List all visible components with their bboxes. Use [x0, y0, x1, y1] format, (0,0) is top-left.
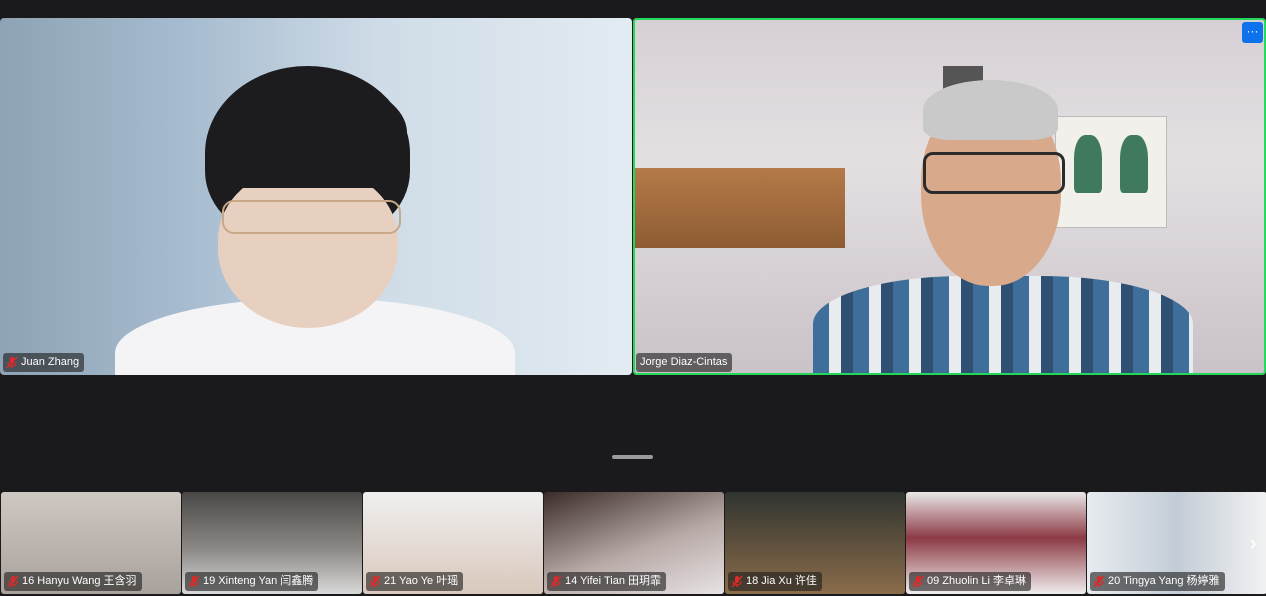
- participant-name: 14 Yifei Tian 田玥霏: [565, 575, 661, 587]
- participant-name-label: 14 Yifei Tian 田玥霏: [547, 572, 666, 591]
- microphone-muted-icon: [188, 575, 200, 588]
- microphone-muted-icon: [731, 575, 743, 588]
- microphone-muted-icon: [550, 575, 562, 588]
- participant-name: 09 Zhuolin Li 李卓琳: [927, 575, 1027, 587]
- thumbnail-tile[interactable]: 09 Zhuolin Li 李卓琳: [906, 492, 1086, 594]
- thumbnail-tile[interactable]: 20 Tingya Yang 杨婷雅: [1087, 492, 1266, 594]
- thumbnail-strip: 16 Hanyu Wang 王含羽 19 Xinteng Yan 闫鑫腾 21 Ya…: [1, 492, 1266, 594]
- participant-name: 16 Hanyu Wang 王含羽: [22, 575, 137, 587]
- microphone-muted-icon: [7, 575, 19, 588]
- more-options-button[interactable]: ···: [1242, 22, 1263, 43]
- participant-name: 21 Yao Ye 叶瑶: [384, 575, 459, 587]
- resize-handle[interactable]: [612, 455, 653, 459]
- participant-name-label: 18 Jia Xu 许佳: [728, 572, 822, 591]
- participant-body: [813, 276, 1193, 375]
- thumbnail-tile[interactable]: 16 Hanyu Wang 王含羽: [1, 492, 181, 594]
- thumbnail-tile[interactable]: 14 Yifei Tian 田玥霏: [544, 492, 724, 594]
- video-tile-juan-zhang[interactable]: Juan Zhang: [0, 18, 632, 375]
- microphone-muted-icon: [912, 575, 924, 588]
- microphone-muted-icon: [6, 356, 18, 369]
- participant-face: [218, 168, 398, 328]
- video-tile-jorge-diaz-cintas[interactable]: ··· Jorge Diaz-Cintas: [633, 18, 1266, 375]
- participant-hair: [923, 80, 1058, 140]
- participant-glasses: [222, 200, 401, 234]
- background-poster: [1055, 116, 1167, 228]
- participant-glasses: [923, 152, 1065, 194]
- participant-name-label: 19 Xinteng Yan 闫鑫腾: [185, 572, 319, 591]
- participant-name: 20 Tingya Yang 杨婷雅: [1108, 575, 1220, 587]
- participant-name-label: 20 Tingya Yang 杨婷雅: [1090, 572, 1225, 591]
- participant-name: Jorge Diaz-Cintas: [640, 356, 728, 368]
- microphone-muted-icon: [1093, 575, 1105, 588]
- participant-name-label: 09 Zhuolin Li 李卓琳: [909, 572, 1032, 591]
- background-cabinet: [635, 168, 845, 248]
- participant-name: 19 Xinteng Yan 闫鑫腾: [203, 575, 314, 587]
- participant-name-label: 21 Yao Ye 叶瑶: [366, 572, 464, 591]
- thumbnail-tile[interactable]: 19 Xinteng Yan 闫鑫腾: [182, 492, 362, 594]
- chevron-right-icon[interactable]: ›: [1243, 529, 1263, 557]
- more-options-icon: ···: [1246, 24, 1259, 38]
- participant-name: 18 Jia Xu 许佳: [746, 575, 817, 587]
- participant-name-label: Juan Zhang: [3, 353, 85, 372]
- participant-fringe: [212, 78, 407, 188]
- thumbnail-tile[interactable]: 18 Jia Xu 许佳: [725, 492, 905, 594]
- participant-name: Juan Zhang: [21, 356, 80, 368]
- participant-name-label: Jorge Diaz-Cintas: [636, 353, 733, 372]
- thumbnail-tile[interactable]: 21 Yao Ye 叶瑶: [363, 492, 543, 594]
- participant-name-label: 16 Hanyu Wang 王含羽: [4, 572, 142, 591]
- microphone-muted-icon: [369, 575, 381, 588]
- meeting-gallery: Juan Zhang ··· Jorge Diaz-Cintas 16 Hany…: [0, 0, 1266, 596]
